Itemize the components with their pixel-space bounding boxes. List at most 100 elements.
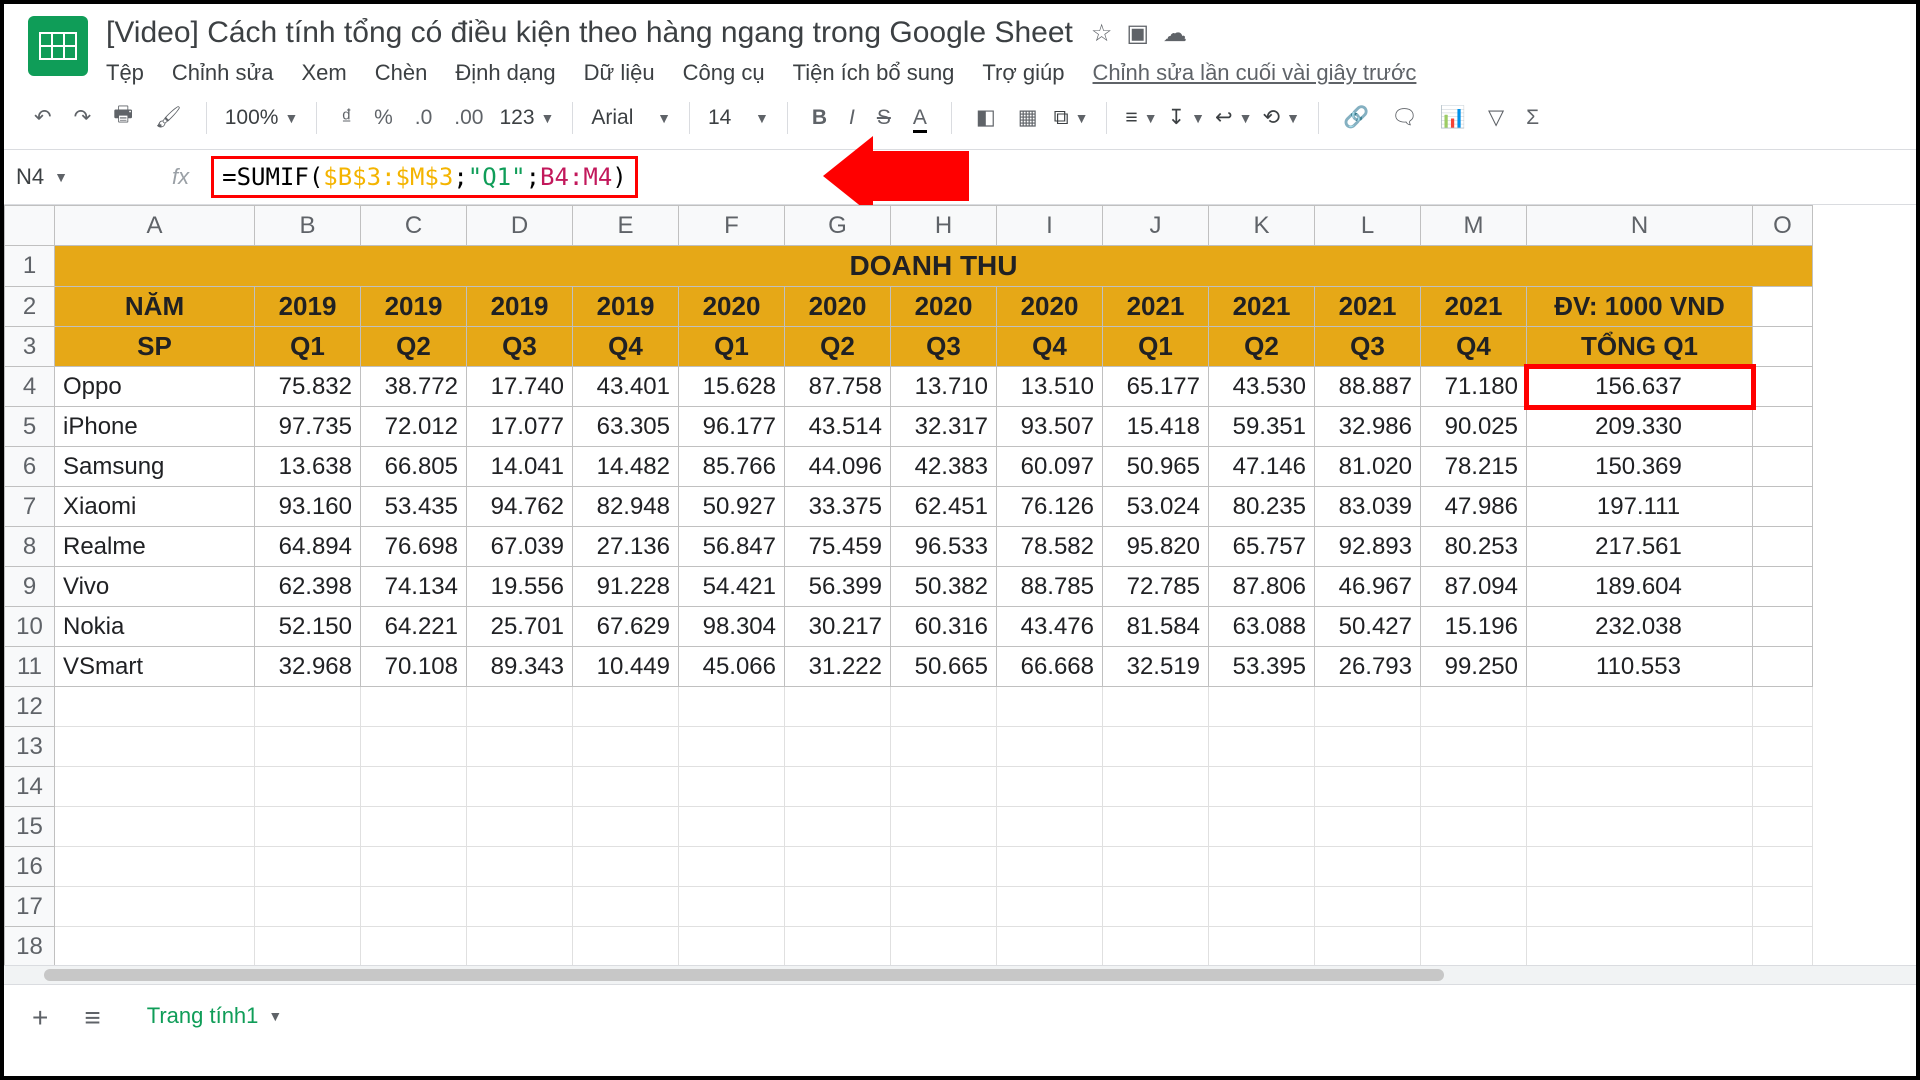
cell-F17[interactable] [679,887,785,927]
cell-A12[interactable] [55,687,255,727]
cell-M14[interactable] [1421,767,1527,807]
cell-H9[interactable]: 50.382 [891,567,997,607]
cell-M13[interactable] [1421,727,1527,767]
cell-M18[interactable] [1421,927,1527,966]
cell-E14[interactable] [573,767,679,807]
all-sheets-button[interactable]: ≡ [76,1002,108,1034]
cell-G7[interactable]: 33.375 [785,487,891,527]
cell-B14[interactable] [255,767,361,807]
cell-L4[interactable]: 88.887 [1315,367,1421,407]
cell-D15[interactable] [467,807,573,847]
cell-I8[interactable]: 78.582 [997,527,1103,567]
cell-I13[interactable] [997,727,1103,767]
cell-L8[interactable]: 92.893 [1315,527,1421,567]
cell-C11[interactable]: 70.108 [361,647,467,687]
menu-view[interactable]: Xem [301,60,346,86]
cell-A18[interactable] [55,927,255,966]
cell-F12[interactable] [679,687,785,727]
cell-E17[interactable] [573,887,679,927]
cell-F8[interactable]: 56.847 [679,527,785,567]
functions-icon[interactable]: Σ [1520,102,1545,134]
cell-J18[interactable] [1103,927,1209,966]
cell-M17[interactable] [1421,887,1527,927]
cell-N10[interactable]: 232.038 [1527,607,1753,647]
cell-G8[interactable]: 75.459 [785,527,891,567]
menu-file[interactable]: Tệp [106,60,144,86]
horizontal-scrollbar[interactable] [4,965,1916,984]
col-header-M[interactable]: M [1421,206,1527,246]
cell-N15[interactable] [1527,807,1753,847]
cell-I4[interactable]: 13.510 [997,367,1103,407]
cell-L6[interactable]: 81.020 [1315,447,1421,487]
sheet-tab-1[interactable]: Trang tính1 ▼ [129,995,301,1040]
cell-M11[interactable]: 99.250 [1421,647,1527,687]
cell-N17[interactable] [1527,887,1753,927]
menu-edit[interactable]: Chỉnh sửa [172,60,274,86]
cell-B5[interactable]: 97.735 [255,407,361,447]
cell-A10[interactable]: Nokia [55,607,255,647]
move-icon[interactable]: ▣ [1126,19,1149,48]
col-header-C[interactable]: C [361,206,467,246]
cell-G18[interactable] [785,927,891,966]
cell-I17[interactable] [997,887,1103,927]
cell-E10[interactable]: 67.629 [573,607,679,647]
cell-K17[interactable] [1209,887,1315,927]
cell-C7[interactable]: 53.435 [361,487,467,527]
menu-addons[interactable]: Tiện ích bổ sung [793,60,955,86]
cell-H10[interactable]: 60.316 [891,607,997,647]
cell-C8[interactable]: 76.698 [361,527,467,567]
merge-icon[interactable]: ⧉▼ [1054,106,1089,130]
row-header-2[interactable]: 2 [5,287,55,327]
cell-I11[interactable]: 66.668 [997,647,1103,687]
cell-J15[interactable] [1103,807,1209,847]
cell-K14[interactable] [1209,767,1315,807]
valign-icon[interactable]: ↧▼ [1168,105,1205,130]
cell-E9[interactable]: 91.228 [573,567,679,607]
cell-D10[interactable]: 25.701 [467,607,573,647]
col-header-B[interactable]: B [255,206,361,246]
cell-E18[interactable] [573,927,679,966]
row-header-8[interactable]: 8 [5,527,55,567]
cell-C12[interactable] [361,687,467,727]
cell-E8[interactable]: 27.136 [573,527,679,567]
cell-L13[interactable] [1315,727,1421,767]
bold-icon[interactable]: B [806,102,833,134]
cell-A11[interactable]: VSmart [55,647,255,687]
row-header-12[interactable]: 12 [5,687,55,727]
row-header-10[interactable]: 10 [5,607,55,647]
cell-M10[interactable]: 15.196 [1421,607,1527,647]
cell-A15[interactable] [55,807,255,847]
cell-J11[interactable]: 32.519 [1103,647,1209,687]
cell-J8[interactable]: 95.820 [1103,527,1209,567]
cell-G12[interactable] [785,687,891,727]
cell-E4[interactable]: 43.401 [573,367,679,407]
document-title[interactable]: [Video] Cách tính tổng có điều kiện theo… [106,16,1073,50]
cell-B11[interactable]: 32.968 [255,647,361,687]
number-format[interactable]: 123▼ [499,106,554,130]
cell-A17[interactable] [55,887,255,927]
cell-C14[interactable] [361,767,467,807]
add-sheet-button[interactable]: + [24,1002,56,1034]
cell-N12[interactable] [1527,687,1753,727]
col-header-H[interactable]: H [891,206,997,246]
cell-N18[interactable] [1527,927,1753,966]
cell-G10[interactable]: 30.217 [785,607,891,647]
cell-I6[interactable]: 60.097 [997,447,1103,487]
cell-D16[interactable] [467,847,573,887]
cell-F7[interactable]: 50.927 [679,487,785,527]
col-header-K[interactable]: K [1209,206,1315,246]
cell-O17[interactable] [1753,887,1813,927]
increase-decimal[interactable]: .00 [448,102,489,134]
cell-A4[interactable]: Oppo [55,367,255,407]
cell-C13[interactable] [361,727,467,767]
cell-C10[interactable]: 64.221 [361,607,467,647]
chart-icon[interactable]: 📊 [1434,102,1472,134]
col-header-D[interactable]: D [467,206,573,246]
cell-E16[interactable] [573,847,679,887]
cell-I12[interactable] [997,687,1103,727]
cell-F13[interactable] [679,727,785,767]
row-header-4[interactable]: 4 [5,367,55,407]
cell-E15[interactable] [573,807,679,847]
cell-O12[interactable] [1753,687,1813,727]
cell-D7[interactable]: 94.762 [467,487,573,527]
